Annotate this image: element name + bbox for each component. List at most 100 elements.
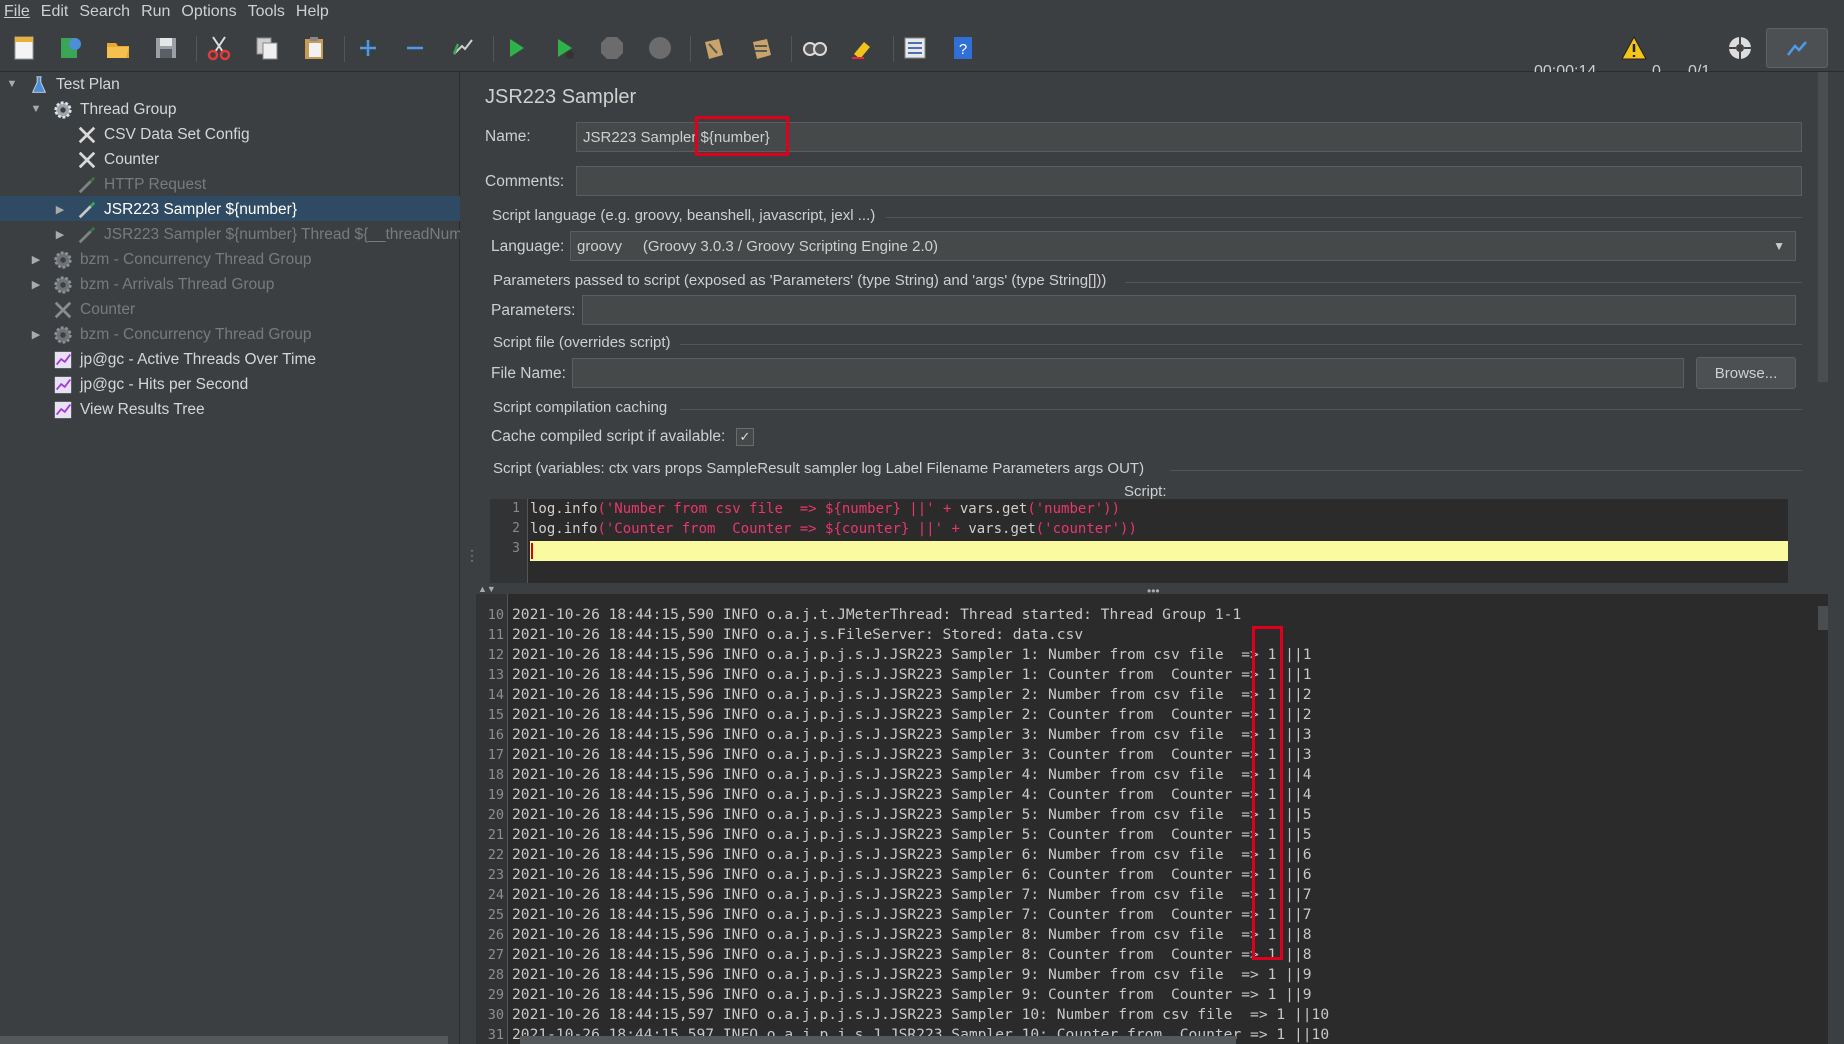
tree-item[interactable]: bzm - Concurrency Thread Group — [52, 247, 311, 272]
templates-icon[interactable] — [54, 32, 86, 64]
tree-item[interactable]: JSR223 Sampler ${number} — [76, 197, 297, 222]
tree-item-label: bzm - Concurrency Thread Group — [80, 325, 312, 343]
menu-options[interactable]: Options — [181, 3, 236, 21]
line-number: 1 — [512, 501, 520, 516]
parameters-section: Parameters passed to script (exposed as … — [493, 272, 1107, 289]
tree-item[interactable]: Test Plan — [28, 72, 120, 97]
log-line-number: 28 — [487, 967, 504, 983]
tree-item[interactable]: View Results Tree — [52, 397, 205, 422]
new-icon[interactable] — [8, 32, 40, 64]
tree-item[interactable]: HTTP Request — [76, 172, 206, 197]
compilation-caching-section: Script compilation caching — [493, 399, 668, 416]
log-line: 2021-10-26 18:44:15,596 INFO o.a.j.p.j.s… — [512, 946, 1312, 963]
chevron-right-icon[interactable]: ▶ — [30, 278, 42, 291]
file-name-field[interactable] — [572, 358, 1684, 388]
comments-field[interactable] — [576, 166, 1802, 196]
script-section: Script (variables: ctx vars props Sample… — [493, 460, 1145, 477]
save-icon[interactable] — [150, 32, 182, 64]
log-line-number: 11 — [487, 627, 504, 643]
log-hscrollbar[interactable] — [520, 1036, 1236, 1044]
menu-help[interactable]: Help — [296, 3, 329, 21]
log-viewer[interactable]: 10 2021-10-26 18:44:15,590 INFO o.a.j.t.J… — [476, 594, 1828, 1044]
graph-icon — [52, 374, 74, 396]
page-title: JSR223 Sampler — [485, 86, 637, 108]
open-icon[interactable] — [102, 32, 134, 64]
script-line: log.info('Counter from Counter => ${coun… — [530, 521, 1137, 537]
clear-icon[interactable] — [697, 32, 729, 64]
log-line-number: 15 — [487, 707, 504, 723]
splitter[interactable]: ⋮ — [460, 72, 479, 1044]
stop-icon[interactable] — [596, 32, 628, 64]
remote-icon[interactable] — [1724, 32, 1756, 64]
log-line-number: 22 — [487, 847, 504, 863]
gear-icon — [52, 249, 74, 271]
menu-run[interactable]: Run — [141, 3, 170, 21]
tree-item[interactable]: jp@gc - Active Threads Over Time — [52, 347, 316, 372]
menu-file[interactable]: File — [4, 3, 30, 21]
cut-icon[interactable] — [203, 32, 235, 64]
log-scrollbar[interactable] — [1818, 606, 1828, 630]
panel-scrollbar[interactable] — [1818, 72, 1828, 382]
gear-icon — [52, 99, 74, 121]
chevron-right-icon[interactable]: ▶ — [30, 328, 42, 341]
menu-edit[interactable]: Edit — [41, 3, 69, 21]
script-language-section: Script language (e.g. groovy, beanshell,… — [492, 207, 876, 224]
cache-checkbox[interactable]: ✓ — [736, 428, 754, 446]
menu-search[interactable]: Search — [79, 3, 130, 21]
tree-item[interactable]: Thread Group — [52, 97, 177, 122]
tree-item[interactable]: bzm - Arrivals Thread Group — [52, 272, 274, 297]
expand-all-icon[interactable] — [352, 32, 384, 64]
collapse-all-icon[interactable] — [399, 32, 431, 64]
clear-all-icon[interactable] — [745, 32, 777, 64]
shutdown-icon[interactable] — [644, 32, 676, 64]
log-line: 2021-10-26 18:44:15,596 INFO o.a.j.p.j.s… — [512, 746, 1312, 763]
highlight-box — [1252, 626, 1283, 960]
split-arrows-icon[interactable]: ▲▼ — [478, 584, 496, 594]
function-helper-icon[interactable] — [899, 32, 931, 64]
log-line-number: 27 — [487, 947, 504, 963]
log-line-number: 26 — [487, 927, 504, 943]
menu-tools[interactable]: Tools — [248, 3, 285, 21]
language-select[interactable]: groovy (Groovy 3.0.3 / Groovy Scripting … — [570, 231, 1796, 261]
log-line: 2021-10-26 18:44:15,596 INFO o.a.j.p.j.s… — [512, 846, 1312, 863]
tree-item[interactable]: CSV Data Set Config — [76, 122, 250, 147]
tree-item[interactable]: jp@gc - Hits per Second — [52, 372, 248, 397]
script-editor[interactable]: 1 2 3 log.info('Number from csv file => … — [490, 499, 1788, 583]
search-icon[interactable] — [799, 32, 831, 64]
tree-item[interactable]: bzm - Concurrency Thread Group — [52, 322, 311, 347]
log-line: 2021-10-26 18:44:15,596 INFO o.a.j.p.j.s… — [512, 826, 1312, 843]
tree-item-label: JSR223 Sampler ${number} — [104, 200, 298, 218]
copy-icon[interactable] — [251, 32, 283, 64]
log-line-number: 24 — [487, 887, 504, 903]
toggle-icon[interactable] — [447, 32, 479, 64]
chevron-right-icon[interactable]: ▶ — [30, 253, 42, 266]
browse-button[interactable]: Browse... — [1696, 357, 1796, 389]
start-no-pauses-icon[interactable] — [548, 32, 580, 64]
tree-item[interactable]: Counter — [76, 147, 159, 172]
chevron-right-icon[interactable]: ▶ — [54, 203, 66, 216]
log-viewer-toggle-icon[interactable] — [1766, 28, 1828, 68]
start-icon[interactable] — [500, 32, 532, 64]
log-line-number: 30 — [487, 1007, 504, 1023]
chevron-down-icon[interactable]: ▼ — [30, 103, 42, 115]
line-number: 2 — [512, 521, 520, 536]
log-line-number: 19 — [487, 787, 504, 803]
log-line-number: 25 — [487, 907, 504, 923]
paste-icon[interactable] — [298, 32, 330, 64]
log-line-number: 14 — [487, 687, 504, 703]
highlight-box — [695, 116, 789, 156]
warning-icon[interactable] — [1618, 32, 1650, 64]
chevron-right-icon[interactable]: ▶ — [54, 228, 66, 241]
help-icon[interactable]: ? — [947, 32, 979, 64]
reset-search-icon[interactable] — [846, 32, 878, 64]
tree-item-label: Counter — [80, 300, 136, 318]
tree-hscrollbar[interactable] — [0, 1036, 448, 1044]
parameters-label: Parameters: — [491, 302, 576, 319]
svg-text:?: ? — [959, 41, 967, 58]
tree-item[interactable]: JSR223 Sampler ${number} Thread ${__thre… — [76, 222, 462, 247]
comments-label: Comments: — [485, 173, 565, 190]
chevron-down-icon[interactable]: ▼ — [6, 78, 18, 90]
parameters-field[interactable] — [582, 295, 1796, 325]
tree-item[interactable]: Counter — [52, 297, 135, 322]
wrench-icon — [76, 149, 98, 171]
